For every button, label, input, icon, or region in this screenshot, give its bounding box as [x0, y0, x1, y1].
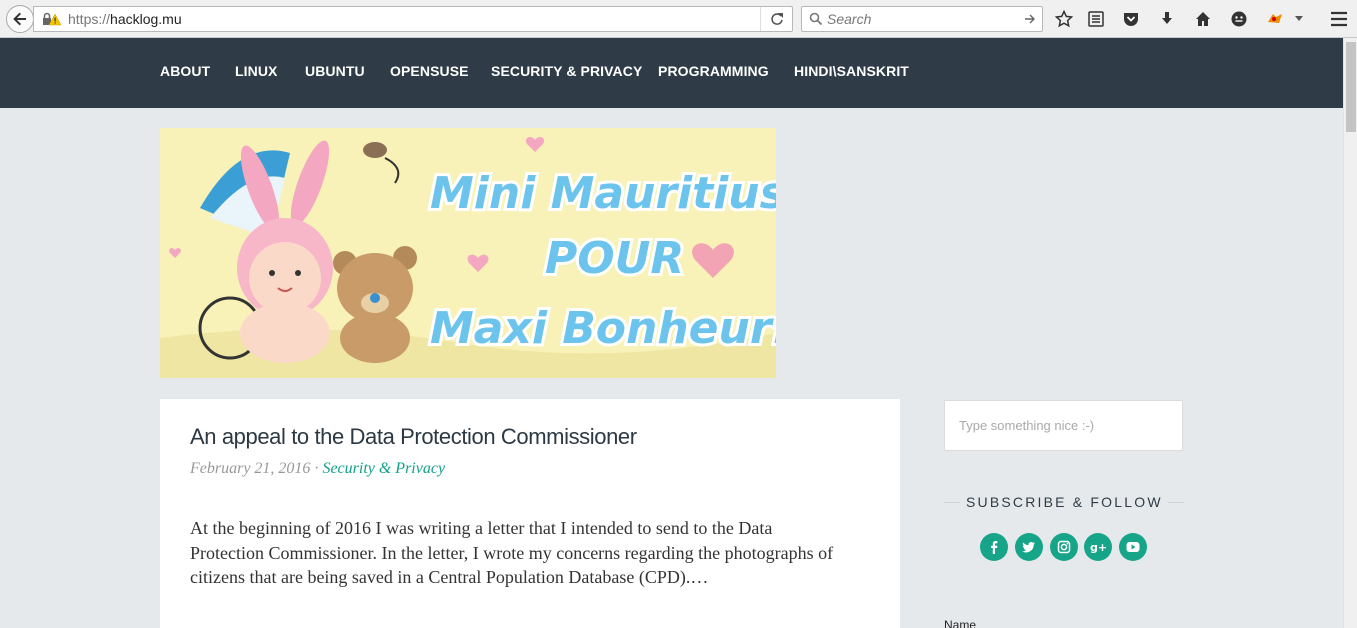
banner-line1: Mini Mauritius — [430, 168, 776, 219]
reload-icon[interactable] — [760, 7, 792, 31]
post-category-link[interactable]: Security & Privacy — [322, 460, 445, 477]
post-meta: February 21, 2016 · Security & Privacy — [190, 460, 445, 478]
download-icon[interactable] — [1156, 8, 1178, 30]
lock-warning-icon[interactable] — [42, 12, 64, 26]
site-banner[interactable]: Mini Mauritius POUR Maxi Bonheur! — [160, 128, 776, 378]
pocket-icon[interactable] — [1120, 8, 1142, 30]
post-title[interactable]: An appeal to the Data Protection Commiss… — [190, 424, 637, 450]
meta-separator: · — [310, 460, 323, 477]
site-navigation: ABOUT LINUX UBUNTU OPENSUSE SECURITY & P… — [0, 38, 1343, 108]
google-plus-icon[interactable]: g+ — [1084, 533, 1112, 561]
nav-item-programming[interactable]: PROGRAMMING — [658, 63, 769, 79]
extension-icon[interactable] — [1264, 8, 1286, 30]
banner-line3: Maxi Bonheur! — [430, 303, 776, 354]
name-field-label: Name — [944, 618, 977, 628]
search-bar[interactable]: Search — [801, 6, 1043, 32]
nav-item-opensuse[interactable]: OPENSUSE — [390, 63, 469, 79]
banner-line2: POUR — [545, 233, 684, 284]
post-date: February 21, 2016 — [190, 460, 311, 477]
scroll-thumb[interactable] — [1346, 42, 1356, 132]
reading-list-icon[interactable] — [1085, 8, 1107, 30]
nav-item-security-privacy[interactable]: SECURITY & PRIVACY — [491, 63, 642, 79]
sidebar-search-box[interactable] — [944, 400, 1183, 451]
instagram-icon[interactable] — [1050, 533, 1078, 561]
search-placeholder[interactable]: Search — [827, 11, 1024, 27]
nav-item-linux[interactable]: LINUX — [235, 63, 278, 79]
post-card: An appeal to the Data Protection Commiss… — [160, 399, 900, 628]
subscribe-follow-title: SUBSCRIBE & FOLLOW — [966, 494, 1163, 510]
facebook-icon[interactable] — [980, 533, 1008, 561]
url-text[interactable]: https://hacklog.mu — [68, 11, 182, 27]
search-icon — [809, 12, 823, 26]
teddy-bear-illustration — [333, 246, 417, 363]
page-scrollbar[interactable] — [1343, 38, 1357, 628]
nav-item-hindi-sanskrit[interactable]: HINDI\SANSKRIT — [794, 63, 909, 79]
go-arrow-icon[interactable] — [1024, 13, 1036, 25]
svg-text:g+: g+ — [1090, 541, 1106, 554]
sidebar-search-input[interactable] — [945, 401, 1182, 450]
twitter-icon[interactable] — [1015, 533, 1043, 561]
back-button[interactable] — [6, 5, 34, 33]
post-excerpt: At the beginning of 2016 I was writing a… — [190, 518, 834, 587]
title-divider-right — [1168, 502, 1184, 503]
browser-toolbar: https://hacklog.mu Search — [0, 0, 1357, 38]
home-icon[interactable] — [1192, 8, 1214, 30]
youtube-icon[interactable] — [1119, 533, 1147, 561]
hamburger-menu-icon[interactable] — [1328, 8, 1350, 30]
nav-item-ubuntu[interactable]: UBUNTU — [305, 63, 365, 79]
arrow-left-icon — [13, 12, 26, 26]
url-bar[interactable]: https://hacklog.mu — [33, 6, 793, 32]
title-divider-left — [944, 502, 960, 503]
nav-item-about[interactable]: ABOUT — [160, 63, 210, 79]
dropdown-arrow-icon[interactable] — [1292, 8, 1306, 30]
bookmark-star-icon[interactable] — [1053, 8, 1075, 30]
hello-chat-icon[interactable] — [1228, 8, 1250, 30]
